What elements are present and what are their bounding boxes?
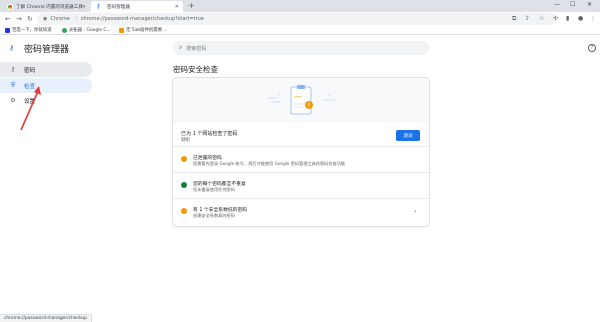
share-icon[interactable]: ⇪: [525, 15, 530, 23]
section-title: 密码安全检查: [173, 65, 218, 74]
tab-strip: 了解 Chrome 内置的浏览器工具 ✕ ⚷ 密码管理器 ✕ + — ☐ ✕: [0, 0, 600, 12]
sidebar-item-passwords[interactable]: ⚷ 密码: [0, 62, 92, 77]
checkup-item-weak[interactable]: 有 1 个安全系数低的密码 创建安全系数高的密码 ›: [173, 199, 429, 225]
sidebar-item-settings[interactable]: ⚙ 设置: [0, 93, 92, 108]
chrome-icon: [7, 3, 13, 10]
key-icon: ⚷: [96, 2, 101, 10]
bookmarks-bar: 百度一下，你就知道 光拓器 - Google C... 无 5ab插件机需要..…: [0, 26, 600, 35]
status-title: 已为 1 个网站检查了密码: [181, 131, 238, 137]
bookmark-label: 无 5ab插件机需要...: [126, 28, 167, 33]
annotation-arrow: [20, 86, 41, 131]
close-icon[interactable]: ✕: [82, 4, 86, 10]
checkup-illustration: ****: [173, 78, 429, 123]
reload-icon[interactable]: ↻: [27, 14, 33, 24]
menu-icon[interactable]: ⋮: [590, 15, 596, 23]
sidebar-item-checkup[interactable]: ⛨ 检查: [0, 78, 92, 93]
bookmark-favicon: [119, 27, 124, 33]
checkup-card: **** 已为 1 个网站检查了密码 刚刚 测试 已泄露的密码 您需要先登录 G…: [173, 78, 429, 226]
item-title: 有 1 个安全系数低的密码: [193, 208, 248, 213]
checkup-item-reused[interactable]: 您的每个密码都互不重复 您未重复使用任何密码: [173, 173, 429, 199]
toolbar: ← → ↻ ◉ Chrome | chrome://password-manag…: [0, 12, 600, 26]
baidu-icon: [5, 27, 10, 33]
key-icon: ⚷: [9, 44, 15, 52]
close-icon[interactable]: ✕: [175, 4, 179, 10]
google-icon: [62, 27, 67, 33]
new-tab-button[interactable]: +: [188, 1, 195, 11]
status-bar-url: chrome://password-manager/checkup: [0, 314, 92, 322]
checkup-item-compromised[interactable]: 已泄露的密码 您需要先登录 Google 帐号，然后才能使用 Google 密码…: [173, 147, 429, 173]
minimize-icon[interactable]: —: [554, 0, 560, 10]
side-panel-icon[interactable]: ▮: [566, 15, 569, 23]
tab-label: 了解 Chrome 内置的浏览器工具: [16, 4, 83, 10]
back-icon[interactable]: ←: [5, 14, 11, 24]
bookmark-item[interactable]: 无 5ab插件机需要...: [119, 27, 166, 33]
status-timestamp: 刚刚: [181, 138, 190, 143]
address-origin: Chrome: [50, 16, 70, 22]
warning-icon: [181, 208, 187, 214]
bookmark-star-icon[interactable]: ☆: [539, 15, 544, 23]
check-again-button[interactable]: 测试: [396, 130, 420, 141]
item-subtitle: 创建安全系数高的密码: [193, 213, 235, 218]
tab-label: 密码管理器: [107, 4, 130, 10]
bookmark-item[interactable]: 百度一下，你就知道: [5, 27, 52, 33]
chevron-right-icon[interactable]: ›: [414, 208, 416, 215]
key-icon: ⚷: [10, 66, 16, 73]
bookmark-item[interactable]: 光拓器 - Google C...: [62, 27, 111, 33]
help-icon[interactable]: ?: [588, 44, 596, 52]
bookmark-label: 百度一下，你就知道: [12, 28, 52, 33]
app-header: ⚷ 密码管理器 ⌕ 搜索密码 ?: [0, 36, 600, 60]
check-icon: [181, 182, 187, 188]
extensions-icon[interactable]: ✣: [553, 15, 558, 23]
search-placeholder: 搜索密码: [186, 45, 207, 52]
tab-chrome-tools[interactable]: 了解 Chrome 内置的浏览器工具 ✕: [2, 1, 90, 12]
svg-text:****: ****: [294, 95, 302, 100]
warning-icon: [181, 156, 187, 162]
search-input[interactable]: ⌕ 搜索密码: [173, 41, 429, 55]
sidebar-item-label: 密码: [24, 67, 36, 74]
address-bar[interactable]: ◉ Chrome | chrome://password-manager/che…: [37, 13, 555, 25]
item-title: 您的每个密码都互不重复: [193, 182, 246, 187]
profile-icon[interactable]: ●: [578, 15, 583, 23]
install-app-icon[interactable]: ⧉: [512, 15, 516, 23]
forward-icon[interactable]: →: [16, 14, 22, 24]
tab-password-manager[interactable]: ⚷ 密码管理器 ✕: [91, 1, 183, 12]
item-title: 已泄露的密码: [193, 156, 222, 161]
site-info-icon[interactable]: ◉: [43, 16, 47, 22]
maximize-icon[interactable]: ☐: [570, 0, 575, 10]
item-subtitle: 您需要先登录 Google 帐号，然后才能使用 Google 密码管理工具的密码…: [193, 161, 346, 166]
close-window-icon[interactable]: ✕: [587, 0, 592, 10]
checkup-status: 已为 1 个网站检查了密码 刚刚 测试: [173, 123, 429, 147]
bookmark-label: 光拓器 - Google C...: [69, 28, 111, 33]
item-subtitle: 您未重复使用任何密码: [193, 187, 235, 192]
address-url: chrome://password-manager/checkup?start=…: [80, 16, 204, 22]
address-separator: |: [76, 16, 78, 22]
page-title: 密码管理器: [24, 45, 70, 55]
search-icon: ⌕: [179, 44, 183, 51]
